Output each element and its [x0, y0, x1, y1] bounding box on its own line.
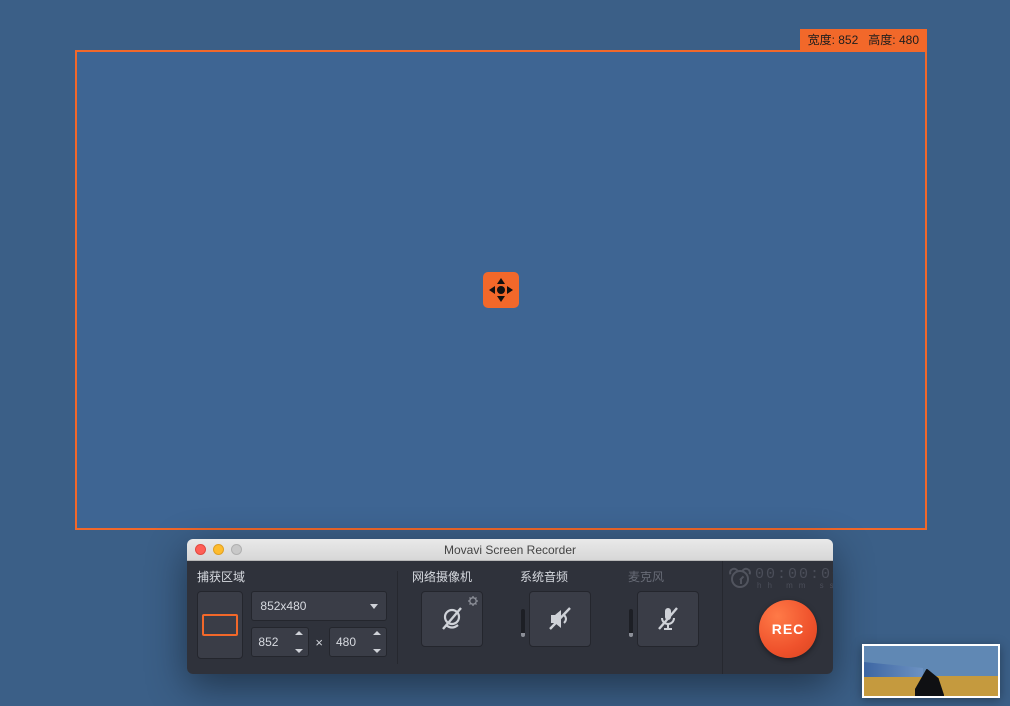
- chevron-down-icon: [370, 604, 378, 609]
- microphone-off-icon: [653, 604, 683, 634]
- system-audio-toggle[interactable]: [529, 591, 591, 647]
- webcam-label: 网络摄像机: [408, 569, 496, 585]
- step-down-icon[interactable]: [373, 649, 381, 653]
- height-stepper[interactable]: [373, 631, 383, 653]
- preview-thumbnail[interactable]: [862, 644, 1000, 698]
- microphone-toggle[interactable]: [637, 591, 699, 647]
- step-up-icon[interactable]: [373, 631, 381, 635]
- system-audio-section: 系统音频: [506, 561, 614, 674]
- timer-digits: 00:00:00: [755, 567, 833, 582]
- resolution-preset-dropdown[interactable]: 852x480: [251, 591, 387, 621]
- width-value: 852: [838, 33, 858, 47]
- move-icon: [488, 277, 514, 303]
- window-zoom-button[interactable]: [231, 544, 242, 555]
- resolution-preset-value: 852x480: [260, 599, 306, 613]
- window-minimize-button[interactable]: [213, 544, 224, 555]
- select-region-button[interactable]: [197, 591, 243, 659]
- preview-image: [864, 646, 998, 696]
- height-input-value: 480: [336, 635, 356, 649]
- region-icon: [202, 614, 238, 636]
- record-section: 00:00:00 hh mm ss REC: [722, 561, 833, 674]
- system-audio-label: 系统音频: [516, 569, 604, 585]
- window-titlebar[interactable]: Movavi Screen Recorder: [187, 539, 833, 561]
- system-audio-level[interactable]: [521, 609, 525, 637]
- window-controls: [195, 544, 242, 555]
- width-stepper[interactable]: [295, 631, 305, 653]
- capture-dimensions-badge: 宽度: 852 高度: 480: [800, 29, 927, 52]
- alarm-clock-icon: [731, 570, 749, 588]
- microphone-label: 麦克风: [624, 569, 712, 585]
- recorder-panel: Movavi Screen Recorder 捕获区域 852x480 852: [187, 539, 833, 674]
- width-input[interactable]: 852: [251, 627, 309, 657]
- height-value: 480: [899, 33, 919, 47]
- step-down-icon[interactable]: [295, 649, 303, 653]
- record-button-label: REC: [772, 621, 805, 637]
- record-button[interactable]: REC: [759, 600, 817, 658]
- width-input-value: 852: [258, 635, 278, 649]
- schedule-timer[interactable]: 00:00:00 hh mm ss: [731, 567, 833, 590]
- panel-body: 捕获区域 852x480 852: [187, 561, 833, 674]
- window-close-button[interactable]: [195, 544, 206, 555]
- height-label: 高度: [868, 33, 892, 47]
- gear-icon[interactable]: [468, 596, 478, 606]
- times-separator: ×: [315, 635, 323, 650]
- step-up-icon[interactable]: [295, 631, 303, 635]
- webcam-section: 网络摄像机: [398, 561, 506, 674]
- webcam-off-icon: [437, 604, 467, 634]
- capture-region[interactable]: 宽度: 852 高度: 480: [75, 50, 927, 530]
- webcam-toggle[interactable]: [421, 591, 483, 647]
- microphone-section: 麦克风: [614, 561, 722, 674]
- move-handle[interactable]: [483, 272, 519, 308]
- speaker-off-icon: [545, 604, 575, 634]
- window-title: Movavi Screen Recorder: [444, 543, 576, 557]
- height-input[interactable]: 480: [329, 627, 387, 657]
- timer-units: hh mm ss: [757, 582, 833, 590]
- width-label: 宽度: [808, 33, 832, 47]
- capture-area-section: 捕获区域 852x480 852: [187, 561, 397, 674]
- microphone-level[interactable]: [629, 609, 633, 637]
- capture-area-label: 捕获区域: [197, 569, 387, 585]
